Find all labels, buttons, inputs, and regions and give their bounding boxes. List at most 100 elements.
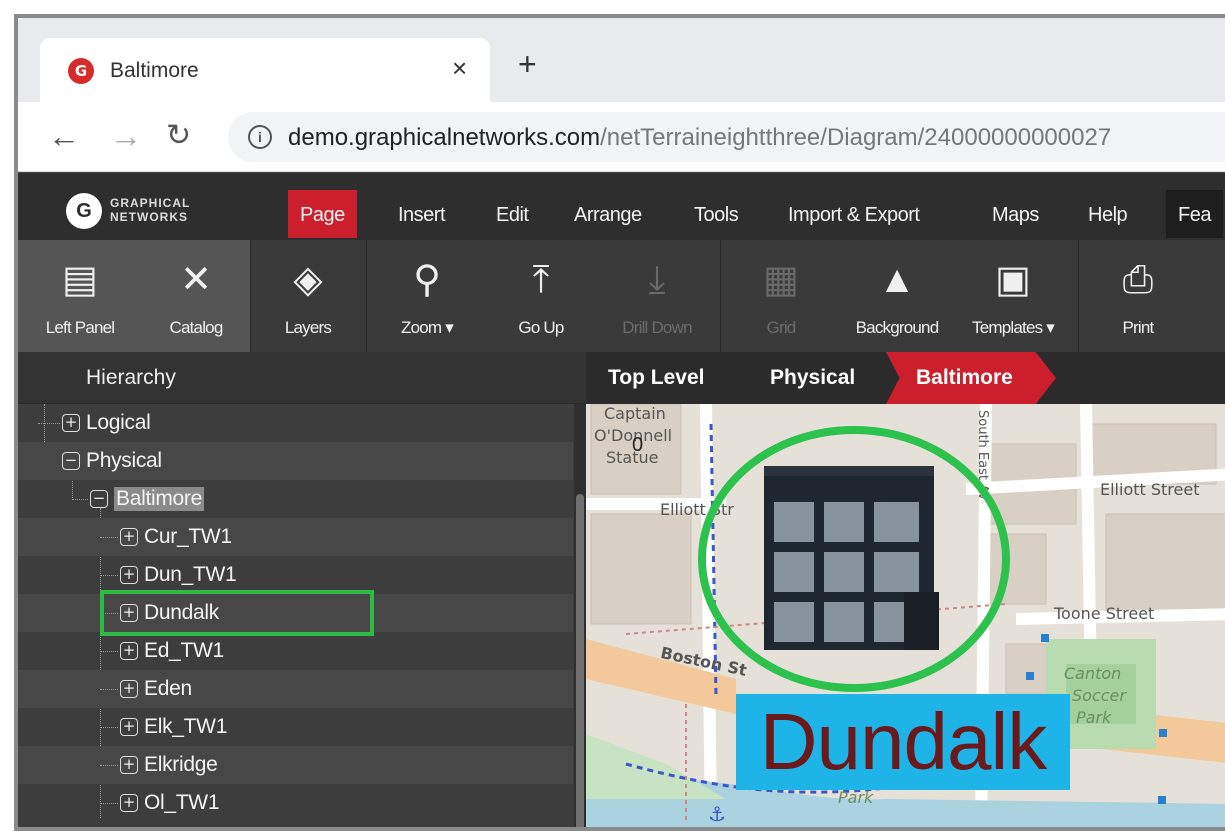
logo-icon: G xyxy=(66,193,102,229)
expand-icon[interactable]: + xyxy=(120,756,138,774)
templates-button[interactable]: ▣ Templates ▾ xyxy=(953,240,1073,352)
dundalk-node-circle[interactable] xyxy=(698,426,1010,692)
background-button[interactable]: ▲ Background xyxy=(841,240,953,352)
scroll-thumb[interactable] xyxy=(576,494,584,827)
layers-label: Layers xyxy=(284,318,332,337)
catalog-label: Catalog xyxy=(169,318,224,337)
menu-maps[interactable]: Maps xyxy=(980,190,1051,238)
tree-item-label: Elk_TW1 xyxy=(144,715,228,738)
tree-line xyxy=(100,537,118,538)
tree-item-eden[interactable]: + Eden xyxy=(18,670,573,708)
anchor-icon: ⚓ xyxy=(708,802,726,826)
menu-page[interactable]: Page xyxy=(288,190,357,238)
zoom-button[interactable]: ⚲ Zoom ▾ xyxy=(367,240,487,352)
templates-label: Templates ▾ xyxy=(972,318,1055,337)
url-host: demo.graphicalnetworks.com xyxy=(288,124,601,151)
app-window: G Baltimore × + ← → ↻ i demo.graphicalne… xyxy=(14,14,1225,831)
go-up-button[interactable]: ⤒ Go Up xyxy=(488,240,594,352)
drill-down-button[interactable]: ⤓ Drill Down xyxy=(594,240,720,352)
forward-icon[interactable]: → xyxy=(110,116,142,156)
catalog-button[interactable]: ✕ Catalog xyxy=(142,240,250,352)
tab-title: Baltimore xyxy=(110,59,199,82)
collapse-icon[interactable]: − xyxy=(90,490,108,508)
hierarchy-header: Hierarchy xyxy=(18,352,586,404)
layers-icon: ◈ xyxy=(293,259,323,301)
tree-item-logical[interactable]: + Logical xyxy=(18,404,573,442)
map-label-toone: Toone Street xyxy=(1054,604,1155,623)
menu-edit[interactable]: Edit xyxy=(484,190,540,238)
layers-button[interactable]: ◈ Layers xyxy=(251,240,365,352)
menu-tools[interactable]: Tools xyxy=(682,190,750,238)
grid-icon: ▦ xyxy=(763,259,799,301)
toolbar-divider xyxy=(1078,240,1079,352)
expand-icon[interactable]: + xyxy=(120,566,138,584)
tree-item-ol-tw1[interactable]: + Ol_TW1 xyxy=(18,784,573,822)
tree-item-label: Cur_TW1 xyxy=(144,525,232,548)
expand-icon[interactable]: + xyxy=(120,794,138,812)
expand-icon[interactable]: + xyxy=(62,414,80,432)
expand-icon[interactable]: + xyxy=(120,642,138,660)
print-button[interactable]: ⎙ Print xyxy=(1084,240,1192,352)
tree-line xyxy=(100,803,118,804)
url-field[interactable]: i demo.graphicalnetworks.com/netTerraine… xyxy=(228,112,1225,162)
image-icon: ▲ xyxy=(878,259,916,301)
breadcrumb-physical[interactable]: Physical xyxy=(770,352,855,404)
tree-line xyxy=(100,689,118,690)
go-up-label: Go Up xyxy=(518,318,564,337)
tree-line xyxy=(100,727,118,728)
logo-text: GRAPHICAL NETWORKS xyxy=(110,196,250,224)
dundalk-node-label[interactable]: Dundalk xyxy=(736,694,1070,790)
tree-line xyxy=(100,765,118,766)
left-panel-icon: ▤ xyxy=(62,259,98,301)
back-icon[interactable]: ← xyxy=(48,116,80,156)
tree-item-ed-tw1[interactable]: + Ed_TW1 xyxy=(18,632,573,670)
close-tab-icon[interactable]: × xyxy=(452,53,467,84)
new-tab-icon[interactable]: + xyxy=(518,48,537,80)
expand-icon[interactable]: + xyxy=(120,680,138,698)
menu-insert[interactable]: Insert xyxy=(386,190,457,238)
tree-item-label: Ol_TW1 xyxy=(144,791,220,814)
map-label-elliott-right: Elliott Street xyxy=(1100,480,1200,499)
tools-icon: ✕ xyxy=(180,259,212,301)
grid-button[interactable]: ▦ Grid xyxy=(721,240,841,352)
info-icon[interactable]: i xyxy=(248,125,272,149)
breadcrumb-top-level[interactable]: Top Level xyxy=(608,352,704,404)
tree-item-label: Baltimore xyxy=(114,487,204,511)
map-label-captain: Captain xyxy=(604,404,666,423)
url-path: /netTerraineightthree/Diagram/2400000000… xyxy=(600,124,1112,151)
menu-features[interactable]: Fea xyxy=(1166,190,1223,238)
left-panel-label: Left Panel xyxy=(45,318,115,337)
browser-tab[interactable]: G Baltimore × xyxy=(40,38,490,102)
tree-item-dun-tw1[interactable]: + Dun_TW1 xyxy=(18,556,573,594)
logo-line-2: NETWORKS xyxy=(110,210,188,224)
drill-down-label: Drill Down xyxy=(622,318,692,337)
node-count-label: 0 xyxy=(632,434,644,456)
drill-down-icon: ⤓ xyxy=(648,259,666,301)
hierarchy-scrollbar[interactable] xyxy=(574,404,586,827)
menu-help[interactable]: Help xyxy=(1076,190,1139,238)
collapse-icon[interactable]: − xyxy=(62,452,80,470)
diagram-canvas[interactable]: Captain O'Donnell Statue Elliott Str Ell… xyxy=(586,404,1225,827)
breadcrumb-baltimore[interactable]: Baltimore xyxy=(916,352,1013,404)
expand-icon[interactable]: + xyxy=(120,528,138,546)
map-label-soccer: Soccer xyxy=(1072,686,1126,705)
tree-item-baltimore[interactable]: − Baltimore xyxy=(18,480,573,518)
go-up-icon: ⤒ xyxy=(532,259,550,301)
favicon-icon: G xyxy=(68,58,94,84)
tree-item-cur-tw1[interactable]: + Cur_TW1 xyxy=(18,518,573,556)
menu-import-export[interactable]: Import & Export xyxy=(776,190,931,238)
tree-item-elkridge[interactable]: + Elkridge xyxy=(18,746,573,784)
toolbar: ▤ Left Panel ✕ Catalog ◈ Layers ⚲ Zoom ▾… xyxy=(18,240,1225,352)
menu-arrange[interactable]: Arrange xyxy=(562,190,654,238)
hierarchy-title: Hierarchy xyxy=(86,366,176,389)
map-label-canton: Canton xyxy=(1064,664,1122,683)
tree-item-elk-tw1[interactable]: + Elk_TW1 xyxy=(18,708,573,746)
tree-item-label: Physical xyxy=(86,449,162,472)
tree-item-physical[interactable]: − Physical xyxy=(18,442,573,480)
expand-icon[interactable]: + xyxy=(120,718,138,736)
address-bar: ← → ↻ i demo.graphicalnetworks.com/netTe… xyxy=(18,102,1225,172)
tree-line xyxy=(100,575,118,576)
left-panel-button[interactable]: ▤ Left Panel xyxy=(18,240,142,352)
tree-item-label: Logical xyxy=(86,411,151,434)
reload-icon[interactable]: ↻ xyxy=(166,116,191,156)
